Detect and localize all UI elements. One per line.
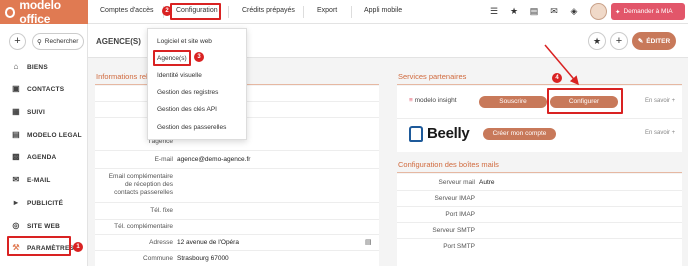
arrow-line [544,44,579,86]
annotation-arrow [544,44,579,86]
